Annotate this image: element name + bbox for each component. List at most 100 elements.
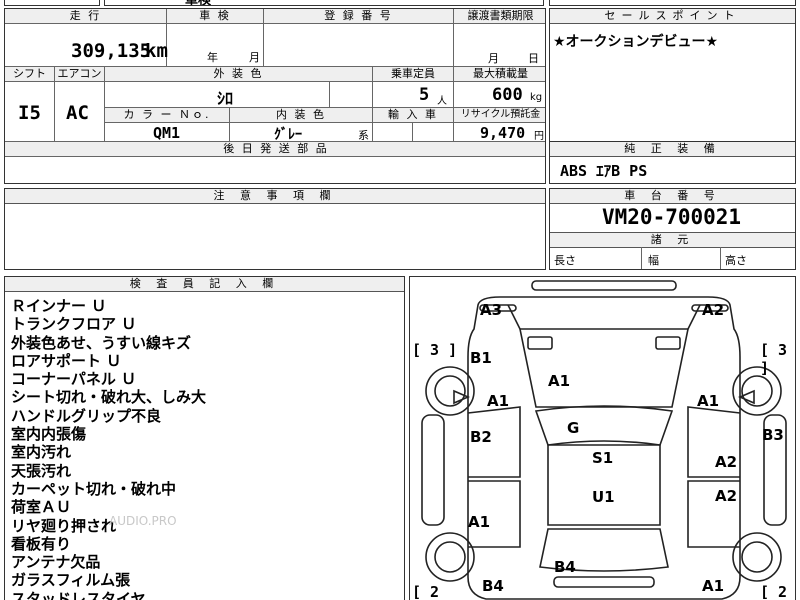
mark-a1-left-rear-door: A1: [468, 513, 491, 531]
mark-b4-left-rear: B4: [482, 577, 504, 595]
genuine-equipment-text: ABS ｴｱB PS: [560, 162, 648, 180]
length-label: 長さ: [554, 254, 576, 267]
bracket-front-left: [ 3 ]: [412, 341, 458, 359]
transfer-deadline-cell: 月 日: [454, 24, 545, 67]
inspector-note-item: スタッドレスタイヤ: [11, 589, 146, 600]
mileage-cell: 309,135 km: [5, 24, 168, 67]
vehicle-info-table: 走 行 車 検 登 録 番 号 譲渡書類期限 309,135 km 年 月 月 …: [4, 8, 546, 184]
inspector-note-item: コーナーパネル Ｕ: [11, 370, 137, 389]
inspector-notes-header: 検 査 員 記 入 欄: [5, 277, 404, 292]
exterior-color-header: 外 装 色: [105, 67, 373, 82]
recycle-unit: 円: [534, 131, 544, 142]
top-strip: [4, 0, 100, 6]
transfer-day: 日: [528, 52, 539, 65]
inspection-month: 月: [249, 51, 260, 64]
mark-a2-front-right: A2: [702, 301, 725, 319]
shift-cell: I5: [5, 82, 55, 142]
shift-header: シフト: [5, 67, 55, 82]
max-load-unit: kg: [530, 92, 543, 103]
car-diagram-box: [ 3 ] [ 3 ] [ 2 [ 2 A3 A2 B1 A1 A1 A1 B3…: [409, 276, 796, 600]
bracket-front-right: [ 3 ]: [760, 341, 788, 377]
registration-cell: [264, 24, 454, 67]
mark-a2-right-rear-door: A2: [715, 487, 738, 505]
front-right-light: [655, 336, 681, 350]
inspector-note-item: 外装色あせ、うすい線キズ: [11, 333, 192, 352]
wheel-front-left-inner: [434, 375, 466, 407]
caution-header: 注 意 事 項 欄: [5, 189, 545, 204]
import-cell-1: [373, 123, 413, 142]
front-bumper-bar: [531, 280, 677, 291]
inspector-note-item: 室内汚れ: [11, 443, 72, 462]
inspector-note-item: 天張汚れ: [11, 461, 72, 480]
color-no-value: QM1: [153, 124, 181, 142]
exterior-color-cell: ｼﾛ: [105, 82, 330, 108]
inspector-note-item: アンテナ欠品: [11, 553, 101, 572]
interior-color-suffix: 系: [358, 129, 369, 142]
import-cell-2: [413, 123, 454, 142]
inspector-note-item: トランクフロア Ｕ: [11, 315, 137, 334]
capacity-value: 5: [419, 85, 430, 105]
recycle-value: 9,470: [480, 124, 526, 142]
top-strip-fragment: 車検: [185, 0, 211, 5]
registration-header: 登 録 番 号: [264, 9, 454, 24]
capacity-header: 乗車定員: [373, 67, 454, 82]
height-label: 高さ: [725, 254, 747, 267]
caution-box: 注 意 事 項 欄: [4, 188, 546, 270]
genuine-equipment-box: 純 正 装 備 ABS ｴｱB PS: [549, 141, 796, 184]
mark-b1-left-fender: B1: [470, 349, 492, 367]
aircon-cell: AC: [55, 82, 105, 142]
wheel-front-left: [425, 366, 475, 416]
top-strip-3: [549, 0, 796, 6]
chassis-value: VM20-700021: [602, 205, 742, 229]
car-diagram: [421, 280, 787, 600]
interior-color-cell: ｸﾞﾚｰ 系: [230, 123, 373, 143]
exterior-color-extra-cell: [330, 82, 373, 108]
capacity-cell: 5 人: [373, 82, 454, 108]
max-load-value: 600: [492, 85, 523, 105]
mark-b4-rear-window: B4: [554, 558, 576, 576]
inspector-notes-list: Ｒインナー Ｕ トランクフロア Ｕ 外装色あせ、うすい線キズ ロアサポート Ｕ コーナー…: [11, 297, 206, 600]
width-cell: 幅: [642, 247, 721, 269]
mark-g-windshield: G: [567, 419, 580, 437]
interior-color-value: ｸﾞﾚｰ: [274, 127, 302, 143]
shift-value: I5: [18, 102, 41, 124]
interior-color-header: 内 装 色: [230, 108, 373, 123]
color-no-header: カ ラ ー Ｎｏ.: [105, 108, 230, 123]
bracket-rear-right: [ 2: [760, 583, 788, 600]
hood-outline: [519, 328, 689, 408]
mark-b3-right-side: B3: [762, 426, 784, 444]
body-outline: [467, 296, 741, 600]
inspection-cell: 年 月: [167, 24, 264, 67]
left-side-panel: [421, 414, 445, 526]
mark-a2-right-door: A2: [715, 453, 738, 471]
rear-bumper-bar: [553, 576, 655, 588]
top-strip-2: 車検: [104, 0, 544, 6]
max-load-header: 最大積載量: [454, 67, 545, 82]
windshield: [534, 405, 674, 446]
inspector-note-item: 室内内張傷: [11, 425, 87, 444]
pillar-lines: [507, 304, 701, 330]
mileage-header: 走 行: [5, 9, 167, 24]
transfer-deadline-header: 譲渡書類期限: [454, 9, 545, 24]
wheel-front-right-inner: [741, 375, 773, 407]
mileage-unit: km: [145, 40, 168, 62]
inspection-year: 年: [207, 51, 218, 64]
chassis-box: 車 台 番 号 VM20-700021 諸 元 長さ 幅 高さ: [549, 188, 796, 270]
mark-a1-right-rear: A1: [702, 577, 725, 595]
mark-s1-roof: S1: [592, 449, 614, 467]
genuine-equipment-header: 純 正 装 備: [550, 142, 795, 157]
sales-point-header: セールスポイント: [550, 9, 795, 24]
wheel-rear-left: [425, 532, 475, 582]
bracket-rear-left: [ 2: [412, 583, 440, 600]
inspector-note-item: シート切れ・破れ大、しみ大: [11, 388, 207, 407]
import-header: 輸 入 車: [373, 108, 454, 123]
mark-a1-right-front: A1: [697, 392, 720, 410]
inspector-note-item: カーペット切れ・破れ中: [11, 479, 177, 498]
mark-a3-front-left: A3: [480, 301, 503, 319]
mark-b2-left-door: B2: [470, 428, 492, 446]
wheel-rear-left-inner: [434, 541, 466, 573]
recycle-cell: 9,470 円: [454, 123, 545, 142]
color-no-cell: QM1: [105, 123, 230, 142]
capacity-unit: 人: [437, 96, 447, 107]
sales-point-text: ★オークションデビュー★: [553, 34, 719, 50]
